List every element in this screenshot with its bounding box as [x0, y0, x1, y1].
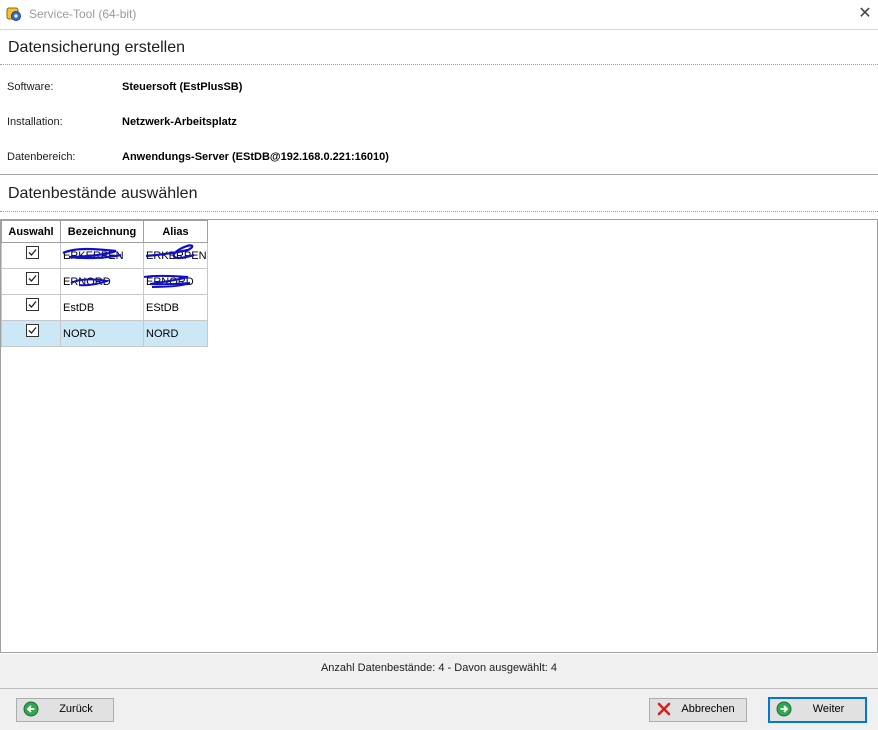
- green-arrow-right-icon: [776, 701, 792, 717]
- column-header-bezeichnung[interactable]: Bezeichnung: [60, 220, 144, 243]
- installation-label: Installation:: [7, 116, 63, 128]
- bezeichnung-cell: ERNORD: [60, 268, 144, 295]
- check-icon: [28, 275, 37, 282]
- table-row[interactable]: NORD NORD: [1, 320, 208, 347]
- datasets-table: Auswahl Bezeichnung Alias ERKERPEN ERKER…: [1, 220, 208, 347]
- datenbereich-label: Datenbereich:: [7, 151, 76, 163]
- cancel-button-label: Abbrechen: [681, 703, 735, 715]
- back-button-label: Zurück: [59, 703, 93, 715]
- status-text: Anzahl Datenbestände: 4 - Davon ausgewäh…: [320, 662, 558, 674]
- title-bar: Service-Tool (64-bit) ✕: [0, 0, 878, 29]
- checkbox[interactable]: [25, 298, 39, 311]
- alias-cell: NORD: [143, 320, 208, 347]
- check-icon: [28, 249, 37, 256]
- app-icon: [6, 7, 21, 21]
- divider: [0, 688, 878, 689]
- table-row[interactable]: ERKERPEN ERKERPEN: [1, 242, 208, 269]
- table-row[interactable]: ERNORD ERNORD: [1, 268, 208, 295]
- back-button[interactable]: Zurück: [16, 698, 114, 722]
- alias-text: ERKERPEN: [146, 249, 207, 262]
- column-header-auswahl[interactable]: Auswahl: [1, 220, 61, 243]
- section-title-select: Datenbestände auswählen: [8, 185, 198, 202]
- divider: [0, 211, 878, 212]
- bezeichnung-text: ERNORD: [63, 275, 111, 288]
- checkbox-cell[interactable]: [1, 242, 61, 269]
- check-icon: [28, 327, 37, 334]
- bezeichnung-text: ERKERPEN: [63, 249, 124, 262]
- alias-text: ERNORD: [146, 275, 194, 288]
- check-icon: [28, 301, 37, 308]
- green-arrow-left-icon: [23, 701, 39, 717]
- alias-cell: ERNORD: [143, 268, 208, 295]
- datasets-grid[interactable]: Auswahl Bezeichnung Alias ERKERPEN ERKER…: [0, 219, 878, 653]
- close-button[interactable]: ✕: [856, 5, 874, 23]
- bezeichnung-cell: EstDB: [60, 294, 144, 321]
- divider: [0, 64, 878, 65]
- column-header-alias[interactable]: Alias: [143, 220, 208, 243]
- window-title: Service-Tool (64-bit): [29, 7, 137, 21]
- next-button[interactable]: Weiter: [768, 697, 867, 723]
- bezeichnung-cell: NORD: [60, 320, 144, 347]
- table-row[interactable]: EstDB EStDB: [1, 294, 208, 321]
- alias-cell: EStDB: [143, 294, 208, 321]
- software-value: Steuersoft (EstPlusSB): [122, 81, 243, 93]
- checkbox[interactable]: [25, 324, 39, 337]
- alias-cell: ERKERPEN: [143, 242, 208, 269]
- checkbox[interactable]: [25, 272, 39, 285]
- checkbox-cell[interactable]: [1, 294, 61, 321]
- checkbox[interactable]: [25, 246, 39, 259]
- checkbox-cell[interactable]: [1, 268, 61, 295]
- installation-value: Netzwerk-Arbeitsplatz: [122, 116, 237, 128]
- main-panel: Datensicherung erstellen Software: Steue…: [0, 29, 878, 654]
- bezeichnung-cell: ERKERPEN: [60, 242, 144, 269]
- next-button-label: Weiter: [812, 703, 845, 715]
- checkbox-cell[interactable]: [1, 320, 61, 347]
- divider: [0, 174, 878, 175]
- table-header-row: Auswahl Bezeichnung Alias: [1, 220, 208, 243]
- software-label: Software:: [7, 81, 54, 93]
- cancel-button[interactable]: Abbrechen: [649, 698, 747, 722]
- close-icon: ✕: [858, 5, 872, 22]
- section-title-backup: Datensicherung erstellen: [8, 39, 185, 56]
- datenbereich-value: Anwendungs-Server (EStDB@192.168.0.221:1…: [122, 151, 389, 163]
